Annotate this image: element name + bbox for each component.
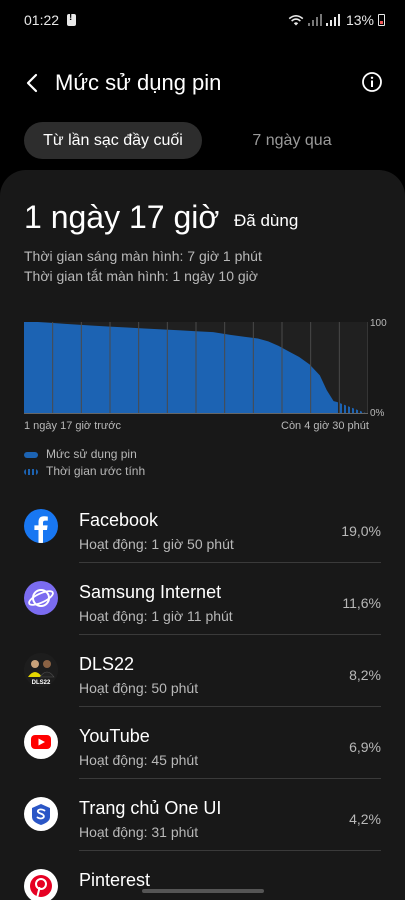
- legend-usage: Mức sử dụng pin: [24, 447, 137, 461]
- used-duration: 1 ngày 17 giờ: [24, 199, 220, 235]
- app-usage-list: Facebook Hoạt động: 1 giờ 50 phút 19,0% …: [0, 491, 405, 900]
- battery-usage-card: 1 ngày 17 giờ Đã dùng Thời gian sáng màn…: [0, 170, 405, 900]
- app-usage-percent: 8,2%: [349, 667, 381, 683]
- app-active-time: Hoạt động: 45 phút: [79, 752, 199, 768]
- wifi-icon: [288, 15, 304, 26]
- tab-7-days[interactable]: 7 ngày qua: [222, 122, 362, 159]
- signal-icon: [325, 14, 340, 26]
- x-axis-start-label: 1 ngày 17 giờ trước: [24, 420, 122, 432]
- youtube-icon: [24, 725, 58, 759]
- x-axis-end-label: Còn 4 giờ 30 phút: [281, 420, 369, 432]
- app-row-one-ui-home[interactable]: Trang chủ One UI Hoạt động: 31 phút 4,2%: [0, 779, 405, 851]
- one-ui-home-icon: [24, 797, 58, 831]
- app-active-time: Hoạt động: 1 giờ 50 phút: [79, 536, 234, 552]
- screen-off-time: Thời gian tắt màn hình: 1 ngày 10 giờ: [24, 268, 258, 284]
- signal-icon: [307, 14, 322, 26]
- back-arrow-icon[interactable]: [18, 68, 48, 98]
- period-tabs: Từ lần sạc đầy cuối 7 ngày qua: [0, 122, 405, 162]
- app-usage-percent: 6,9%: [349, 739, 381, 755]
- pinterest-icon: [24, 869, 58, 900]
- app-name: Trang chủ One UI: [79, 798, 222, 818]
- legend-label: Mức sử dụng pin: [46, 447, 137, 461]
- app-usage-percent: 19,0%: [341, 523, 381, 539]
- app-name: Samsung Internet: [79, 582, 222, 602]
- tab-since-full-charge[interactable]: Từ lần sạc đầy cuối: [24, 122, 202, 159]
- used-label: Đã dùng: [234, 211, 299, 230]
- battery-percent: 13%: [345, 12, 374, 28]
- status-icons: 13%: [288, 11, 385, 29]
- app-row-dls22[interactable]: DLS22 DLS22 Hoạt động: 50 phút 8,2%: [0, 635, 405, 707]
- y-tick-label: 0%: [370, 408, 385, 419]
- y-tick-label: 100: [370, 318, 387, 329]
- app-row-facebook[interactable]: Facebook Hoạt động: 1 giờ 50 phút 19,0%: [0, 491, 405, 563]
- app-usage-percent: 4,2%: [349, 811, 381, 827]
- legend-estimate: Thời gian ước tính: [24, 464, 145, 478]
- samsung-internet-icon: [24, 581, 58, 615]
- notification-icon: [67, 12, 76, 26]
- app-name: DLS22: [79, 654, 135, 674]
- dls22-icon: DLS22: [24, 653, 58, 687]
- app-active-time: Hoạt động: 1 giờ 11 phút: [79, 608, 233, 624]
- legend-swatch-usage: [24, 451, 38, 458]
- facebook-icon: [24, 509, 58, 543]
- legend-swatch-estimate: [24, 468, 38, 475]
- app-name: YouTube: [79, 726, 150, 746]
- status-bar: 01:22 13%: [0, 0, 405, 40]
- app-bar: Mức sử dụng pin: [0, 56, 405, 112]
- gesture-bar[interactable]: [142, 889, 264, 893]
- info-icon[interactable]: [361, 71, 383, 93]
- status-time: 01:22: [24, 12, 60, 28]
- app-active-time: Hoạt động: 50 phút: [79, 680, 199, 696]
- screen-on-time: Thời gian sáng màn hình: 7 giờ 1 phút: [24, 248, 262, 264]
- page-title: Mức sử dụng pin: [55, 70, 222, 95]
- app-usage-percent: 11,6%: [342, 595, 381, 611]
- battery-icon: [378, 14, 385, 26]
- app-name: Pinterest: [79, 870, 151, 890]
- app-row-samsung-internet[interactable]: Samsung Internet Hoạt động: 1 giờ 11 phú…: [0, 563, 405, 635]
- dls22-icon-text: DLS22: [32, 680, 51, 686]
- app-row-youtube[interactable]: YouTube Hoạt động: 45 phút 6,9%: [0, 707, 405, 779]
- app-active-time: Hoạt động: 31 phút: [79, 824, 199, 840]
- app-name: Facebook: [79, 510, 159, 530]
- battery-chart-svg: [24, 322, 368, 414]
- battery-chart: [24, 322, 368, 414]
- legend-label: Thời gian ước tính: [46, 464, 146, 478]
